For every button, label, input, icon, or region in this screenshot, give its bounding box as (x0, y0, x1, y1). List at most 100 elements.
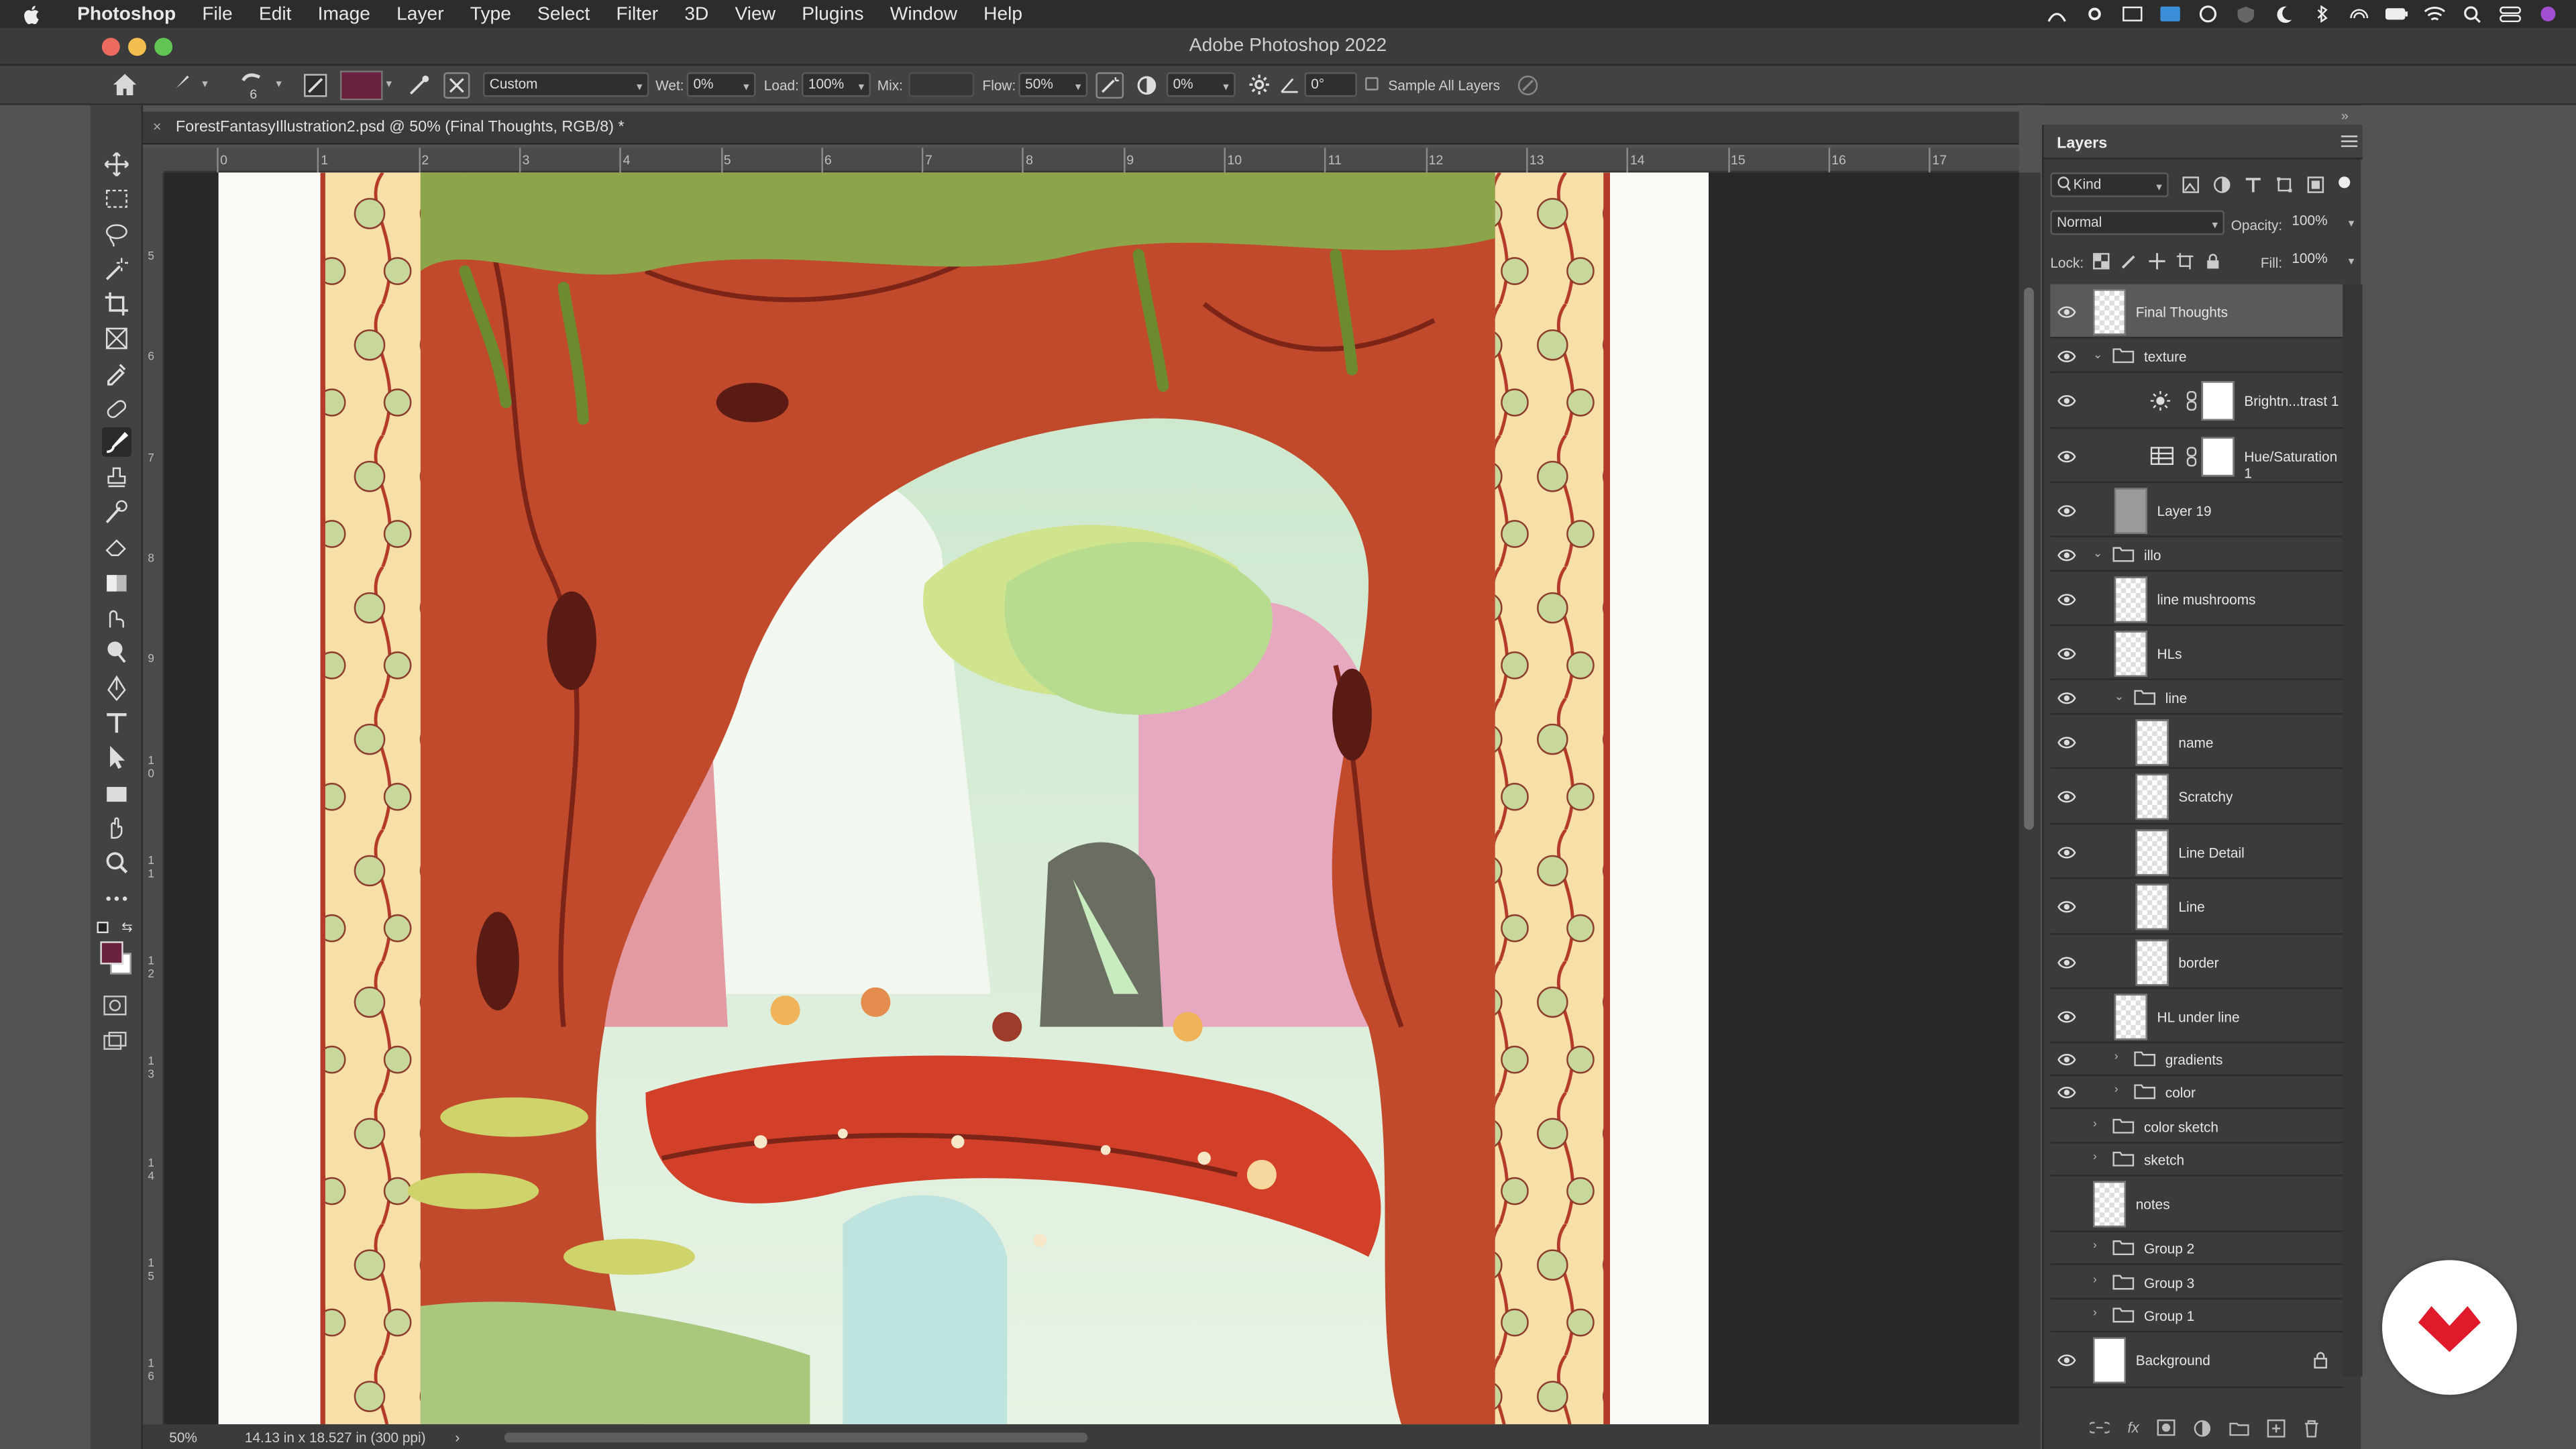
crop-icon[interactable] (102, 289, 131, 319)
layer-row-sketch[interactable]: › sketch (2050, 1144, 2343, 1177)
fx-icon[interactable]: fx (2127, 1419, 2139, 1438)
delete-layer-icon[interactable] (2304, 1419, 2320, 1438)
smoothing-icon[interactable] (1135, 74, 1158, 97)
visibility-eye-icon[interactable] (2057, 502, 2076, 518)
brush-preset-icon[interactable] (166, 72, 195, 97)
visibility-eye-icon[interactable] (2057, 645, 2076, 661)
creative-cloud-icon[interactable] (2196, 5, 2219, 23)
layer-row-hls[interactable]: HLs (2050, 626, 2343, 680)
filter-shape-icon[interactable] (2275, 176, 2294, 194)
layer-thumbnail[interactable] (2093, 288, 2127, 335)
marquee-icon[interactable] (102, 184, 131, 213)
expand-open-icon[interactable]: ⌄ (2114, 689, 2124, 702)
shield-icon[interactable] (2235, 5, 2257, 23)
frame-icon[interactable] (102, 323, 131, 353)
menu-type[interactable]: Type (457, 4, 524, 23)
layer-thumbnail[interactable] (2135, 883, 2169, 930)
canvas-area[interactable] (164, 172, 2019, 1425)
document-tab[interactable]: × ForestFantasyIllustration2.psd @ 50% (… (143, 111, 2019, 145)
close-document-icon[interactable]: × (153, 118, 162, 134)
wifi-icon[interactable] (2423, 5, 2446, 23)
visibility-toggle[interactable] (2057, 1118, 2076, 1134)
layer-row-notes[interactable]: notes (2050, 1176, 2343, 1232)
move-icon[interactable] (102, 150, 131, 179)
home-icon[interactable] (112, 72, 138, 97)
chain-link-icon[interactable] (2186, 390, 2197, 411)
visibility-toggle[interactable] (2057, 1152, 2076, 1168)
swap-colors-icon[interactable]: ⇆ (121, 920, 132, 934)
layer-row-illo[interactable]: ⌄ illo (2050, 537, 2343, 572)
expand-closed-icon[interactable]: › (2093, 1274, 2097, 1285)
current-color-swatch[interactable] (339, 70, 383, 101)
layer-row-group-3[interactable]: › Group 3 (2050, 1265, 2343, 1300)
visibility-toggle[interactable] (2057, 1307, 2076, 1324)
clean-brush-icon[interactable] (443, 72, 470, 99)
keyboard-icon[interactable] (2159, 5, 2182, 23)
visibility-eye-icon[interactable] (2057, 546, 2076, 562)
visibility-eye-icon[interactable] (2057, 392, 2076, 409)
visibility-eye-icon[interactable] (2057, 689, 2076, 705)
layer-row-texture[interactable]: ⌄ texture (2050, 338, 2343, 373)
visibility-eye-icon[interactable] (2057, 899, 2076, 915)
lock-pixels-icon[interactable] (2121, 253, 2137, 269)
layer-row-layer-19[interactable]: Layer 19 (2050, 483, 2343, 537)
apple-menu-icon[interactable] (0, 4, 54, 23)
screen-icon[interactable] (2121, 5, 2144, 23)
mix-field[interactable] (908, 72, 975, 97)
layer-row-border[interactable]: border (2050, 934, 2343, 989)
layer-row-brightn-trast-1[interactable]: Brightn...trast 1 (2050, 373, 2343, 429)
layer-row-final-thoughts[interactable]: Final Thoughts (2050, 284, 2343, 339)
rectangle-icon[interactable] (102, 779, 131, 808)
screen-mode-icon[interactable] (103, 1031, 127, 1051)
layer-row-line-mushrooms[interactable]: line mushrooms (2050, 572, 2343, 627)
hand-icon[interactable] (102, 813, 131, 843)
magic-wand-icon[interactable] (102, 255, 131, 284)
expand-closed-icon[interactable]: › (2114, 1051, 2118, 1063)
moon-icon[interactable] (2272, 5, 2295, 23)
search-icon[interactable] (2461, 5, 2484, 23)
menu-3d[interactable]: 3D (672, 4, 722, 23)
new-adjustment-icon[interactable] (2193, 1419, 2211, 1438)
load-brush-icon[interactable] (407, 74, 430, 97)
layer-row-line[interactable]: Line (2050, 879, 2343, 935)
smoothing-field[interactable]: 0% ▾ (1166, 72, 1236, 97)
menu-plugins[interactable]: Plugins (789, 4, 877, 23)
layer-thumbnail[interactable] (2114, 630, 2147, 676)
expand-closed-icon[interactable]: › (2114, 1084, 2118, 1095)
menu-window[interactable]: Window (877, 4, 970, 23)
opacity-field[interactable]: 100% ▾ (2287, 210, 2359, 235)
artwork-canvas[interactable] (218, 172, 1709, 1425)
airdrop-icon[interactable] (2348, 5, 2371, 23)
link-layers-icon[interactable] (2090, 1419, 2110, 1438)
menu-edit[interactable]: Edit (246, 4, 305, 23)
layer-row-gradients[interactable]: › gradients (2050, 1043, 2343, 1077)
menu-filter[interactable]: Filter (603, 4, 672, 23)
lock-all-icon[interactable] (2205, 253, 2221, 269)
expand-closed-icon[interactable]: › (2093, 1307, 2097, 1319)
layer-thumbnail[interactable] (2135, 718, 2169, 765)
layer-thumbnail[interactable] (2135, 938, 2169, 985)
brush-size-icon[interactable] (240, 70, 263, 85)
flow-field[interactable]: 50% ▾ (1018, 72, 1088, 97)
path-select-icon[interactable] (102, 743, 131, 772)
vertical-ruler[interactable]: 5 6 7 8 9 1 0 1 1 1 2 1 3 1 4 1 5 1 6 (143, 172, 164, 1425)
zoom-level[interactable]: 50% (169, 1430, 197, 1446)
pressure-size-icon[interactable] (1516, 74, 1539, 97)
layer-row-hl-under-line[interactable]: HL under line (2050, 989, 2343, 1044)
filter-adjustment-icon[interactable] (2213, 176, 2231, 194)
layer-lock-icon[interactable] (2313, 1352, 2328, 1369)
layer-row-group-2[interactable]: › Group 2 (2050, 1232, 2343, 1265)
smudge-icon[interactable] (102, 603, 131, 633)
filter-kind-select[interactable]: Kind ▾ (2050, 172, 2169, 197)
visibility-toggle[interactable] (2057, 1274, 2076, 1290)
filter-toggle-icon[interactable] (2338, 176, 2351, 194)
layer-row-name[interactable]: name (2050, 714, 2343, 769)
lock-position-icon[interactable] (2149, 253, 2165, 270)
default-colors-icon[interactable] (97, 921, 109, 934)
visibility-eye-icon[interactable] (2057, 954, 2076, 970)
layers-scrollbar[interactable] (2343, 284, 2363, 1377)
visibility-eye-icon[interactable] (2057, 303, 2076, 319)
eraser-icon[interactable] (102, 532, 131, 561)
pen-icon[interactable] (102, 674, 131, 703)
lock-transparent-icon[interactable] (2093, 253, 2110, 270)
